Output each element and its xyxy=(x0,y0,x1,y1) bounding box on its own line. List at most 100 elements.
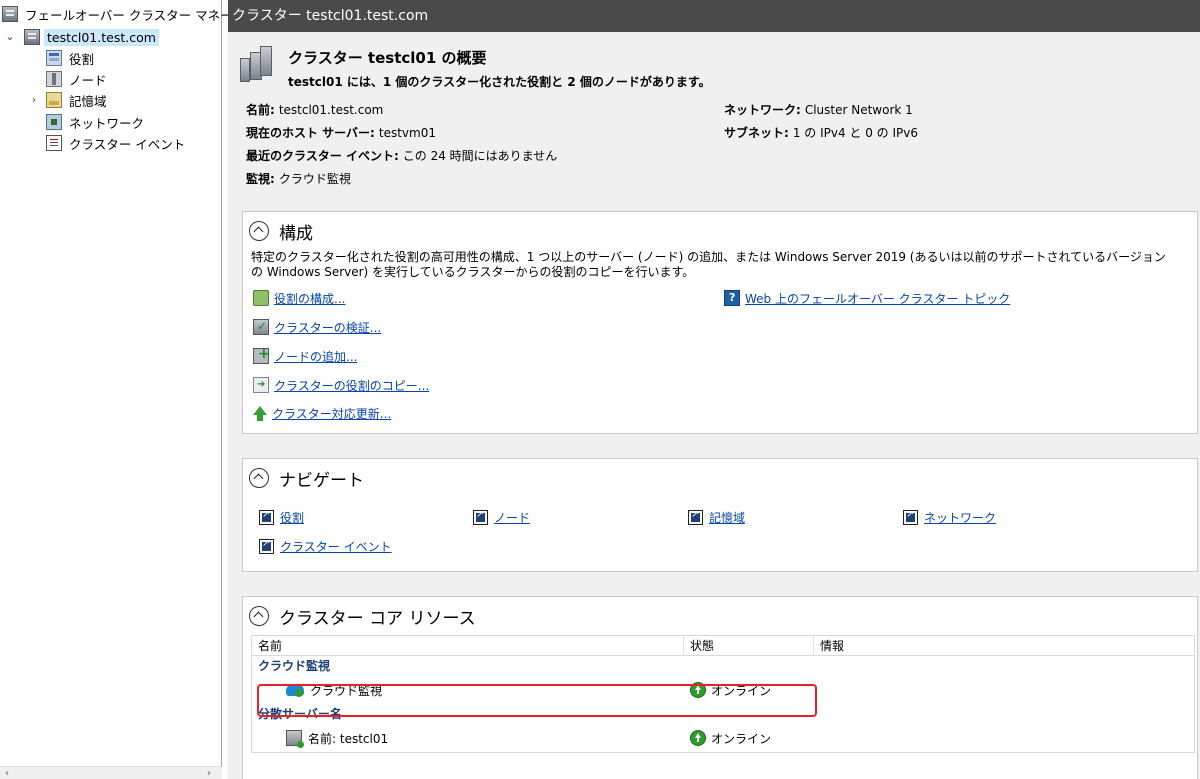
tree-item-label: 役割 xyxy=(69,51,95,67)
scroll-right-icon[interactable]: › xyxy=(202,767,216,779)
configure-description: 特定のクラスター化された役割の高可用性の構成、1 つ以上のサーバー (ノード) … xyxy=(251,250,1166,279)
help-book-icon xyxy=(724,290,740,306)
prop-value: Cluster Network 1 xyxy=(804,103,913,117)
summary-title: クラスター testcl01 の概要 xyxy=(288,49,487,67)
scroll-left-icon[interactable]: ‹ xyxy=(0,767,14,779)
tree-item-roles[interactable]: 役割 xyxy=(46,48,97,68)
main-pane: クラスター testcl01.test.com クラスター testcl01 の… xyxy=(228,0,1200,779)
tree-item-storage[interactable]: 記憶域 xyxy=(46,90,110,110)
table-row[interactable]: 名前: testcl01 オンライン xyxy=(252,724,1194,752)
prop-network: ネットワーク: Cluster Network 1 xyxy=(724,101,913,118)
copy-cluster-roles-link[interactable]: クラスターの役割のコピー... xyxy=(274,377,429,394)
cluster-manager-icon xyxy=(2,6,18,22)
nav-networks[interactable]: ネットワーク xyxy=(903,507,996,527)
prop-subnet: サブネット: 1 の IPv4 と 0 の IPv6 xyxy=(724,124,918,141)
validate-cluster-link[interactable]: クラスターの検証... xyxy=(274,319,381,336)
row-status-cell: オンライン xyxy=(690,724,771,752)
nav-nodes[interactable]: ノード xyxy=(473,507,530,527)
chevron-right-icon[interactable]: › xyxy=(28,93,40,106)
add-node-link[interactable]: ノードの追加... xyxy=(274,348,357,365)
cluster-icon xyxy=(24,29,40,45)
tree-item-cluster[interactable]: testcl01.test.com xyxy=(24,27,159,47)
core-resources-header: クラスター コア リソース xyxy=(249,605,476,629)
network-icon xyxy=(46,114,62,130)
copy-roles-icon xyxy=(253,377,269,393)
chevron-down-icon[interactable]: ⌄ xyxy=(4,30,16,43)
summary-subtitle: testcl01 には、1 個のクラスター化された役割と 2 個のノードがありま… xyxy=(288,75,711,89)
add-node-icon xyxy=(253,346,270,364)
shortcut-icon xyxy=(259,509,274,525)
cluster-aware-updating-action[interactable]: クラスター対応更新... xyxy=(253,403,391,423)
column-header-info[interactable]: 情報 xyxy=(814,636,1196,656)
nav-cluster-events[interactable]: クラスター イベント xyxy=(259,536,392,556)
copy-cluster-roles-action[interactable]: クラスターの役割のコピー... xyxy=(253,375,429,395)
tree-item-networks[interactable]: ネットワーク xyxy=(46,112,147,132)
nav-cluster-events-link[interactable]: クラスター イベント xyxy=(280,538,392,555)
column-header-status[interactable]: 状態 xyxy=(684,636,814,656)
nav-storage[interactable]: 記憶域 xyxy=(688,507,745,527)
collapse-icon[interactable] xyxy=(249,221,269,241)
shortcut-icon xyxy=(903,509,918,525)
shortcut-icon xyxy=(259,538,274,554)
prop-witness: 監視: クラウド監視 xyxy=(246,170,351,187)
tree-item-label: 記憶域 xyxy=(69,93,107,109)
core-resources-title: クラスター コア リソース xyxy=(279,608,476,629)
web-topics-action[interactable]: Web 上のフェールオーバー クラスター トピック xyxy=(724,288,1010,308)
prop-key: サブネット: xyxy=(724,126,789,140)
prop-key: 現在のホスト サーバー: xyxy=(246,126,375,140)
configure-role-action[interactable]: 役割の構成... xyxy=(253,288,345,308)
shortcut-icon xyxy=(473,509,488,525)
navigation-tree: フェールオーバー クラスター マネージャー ⌄ testcl01.test.co… xyxy=(0,0,269,779)
nav-networks-link[interactable]: ネットワーク xyxy=(924,509,996,526)
configure-section: 構成 特定のクラスター化された役割の高可用性の構成、1 つ以上のサーバー (ノー… xyxy=(242,211,1198,434)
nav-roles-link[interactable]: 役割 xyxy=(280,509,304,526)
row-name-cell: 名前: testcl01 xyxy=(286,724,388,752)
failover-cluster-manager-window: フェールオーバー クラスター マネージャー ⌄ testcl01.test.co… xyxy=(0,0,1200,779)
events-icon xyxy=(46,135,62,151)
server-name-icon xyxy=(286,730,304,748)
online-status-icon xyxy=(690,730,706,746)
core-resources-section: クラスター コア リソース 名前 状態 情報 クラウド監視 クラウド監視 オンラ… xyxy=(242,596,1198,779)
cluster-summary-icon xyxy=(240,46,272,84)
row-status-text: オンライン xyxy=(711,731,772,746)
prop-recent-events: 最近のクラスター イベント: この 24 時間にはありません xyxy=(246,147,557,164)
prop-value: この 24 時間にはありません xyxy=(402,149,558,163)
cluster-aware-updating-link[interactable]: クラスター対応更新... xyxy=(272,405,391,422)
prop-key: ネットワーク: xyxy=(724,103,801,117)
configure-role-icon xyxy=(253,290,269,306)
prop-value: testcl01.test.com xyxy=(278,103,384,117)
prop-key: 最近のクラスター イベント: xyxy=(246,149,399,163)
configure-role-link[interactable]: 役割の構成... xyxy=(274,290,345,307)
validate-cluster-icon xyxy=(253,319,269,335)
configure-header: 構成 xyxy=(249,220,313,244)
navigate-title: ナビゲート xyxy=(279,470,364,491)
collapse-icon[interactable] xyxy=(249,468,269,488)
nav-roles[interactable]: 役割 xyxy=(259,507,304,527)
tree-item-label: クラスター イベント xyxy=(69,136,186,152)
validate-cluster-action[interactable]: クラスターの検証... xyxy=(253,317,381,337)
web-topics-link[interactable]: Web 上のフェールオーバー クラスター トピック xyxy=(745,290,1010,307)
horizontal-scrollbar[interactable]: ‹ › xyxy=(0,766,222,779)
tree-item-label: ネットワーク xyxy=(69,115,145,131)
prop-key: 名前: xyxy=(246,103,275,117)
prop-value: testvm01 xyxy=(378,126,436,140)
add-node-action[interactable]: ノードの追加... xyxy=(253,346,357,366)
column-header-name[interactable]: 名前 xyxy=(252,636,684,656)
table-header: 名前 状態 情報 xyxy=(252,636,1194,656)
configure-title: 構成 xyxy=(279,223,313,244)
nav-storage-link[interactable]: 記憶域 xyxy=(709,509,745,526)
roles-icon xyxy=(46,50,62,66)
nav-nodes-link[interactable]: ノード xyxy=(494,509,530,526)
tree-item-cluster-events[interactable]: クラスター イベント xyxy=(46,133,188,153)
prop-value: 1 の IPv4 と 0 の IPv6 xyxy=(792,126,918,140)
tree-item-nodes[interactable]: ノード xyxy=(46,69,110,89)
row-name-text: 名前: testcl01 xyxy=(308,731,389,746)
group-header-cloud-witness[interactable]: クラウド監視 xyxy=(252,656,1194,676)
prop-key: 監視: xyxy=(246,172,275,186)
collapse-icon[interactable] xyxy=(249,606,269,626)
shortcut-icon xyxy=(688,509,703,525)
prop-name: 名前: testcl01.test.com xyxy=(246,101,383,118)
tree-item-label: ノード xyxy=(69,72,107,88)
tree-cluster-label: testcl01.test.com xyxy=(44,28,159,46)
navigate-header: ナビゲート xyxy=(249,467,364,491)
